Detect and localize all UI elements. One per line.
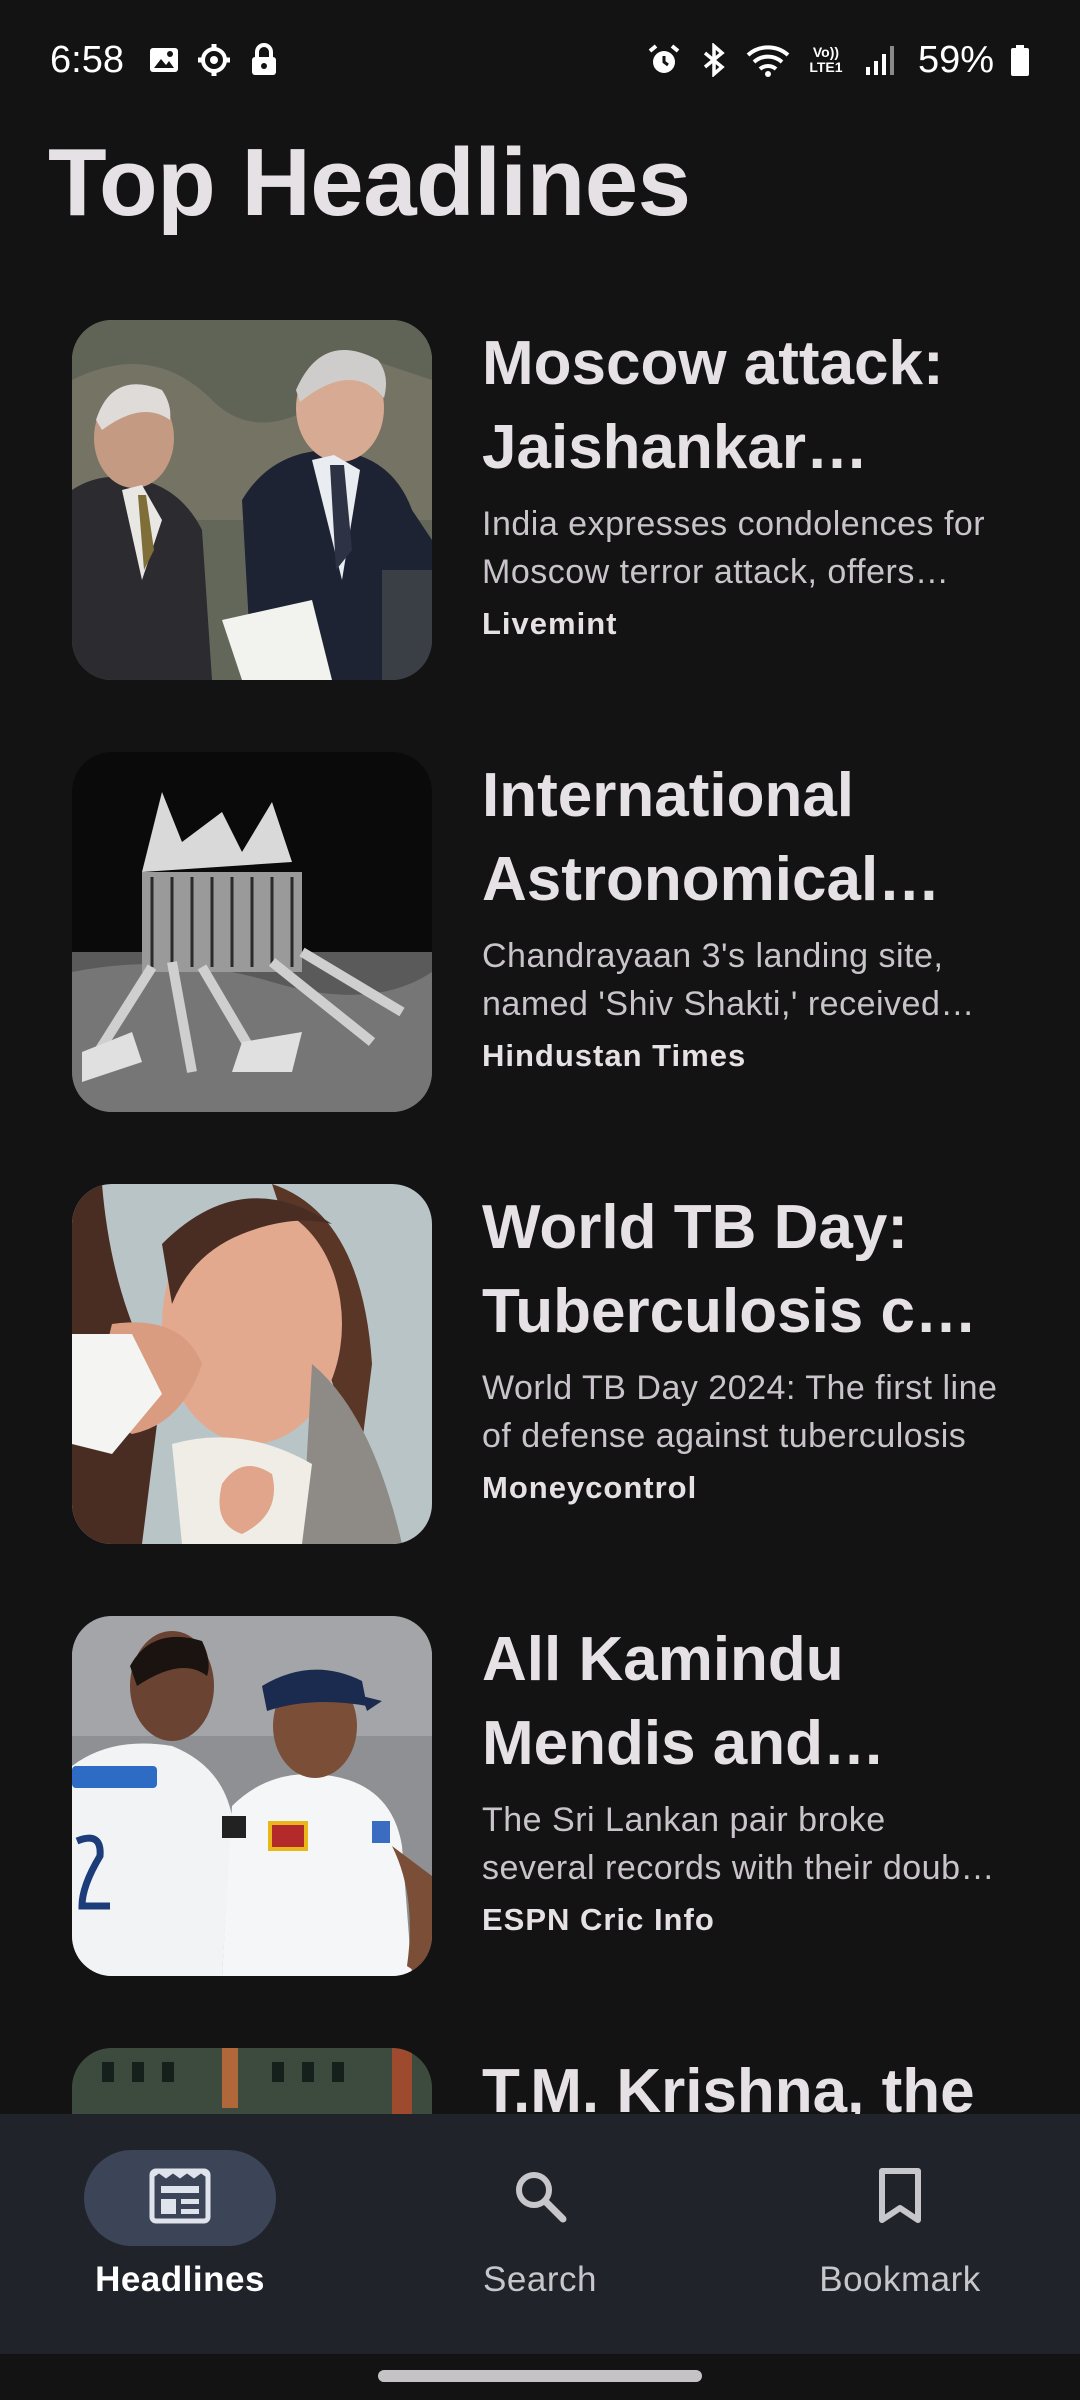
battery-percentage: 59% <box>917 38 994 81</box>
article-title[interactable]: T.M. Krishna, the <box>482 2050 1002 2114</box>
nav-label: Search <box>483 2260 597 2299</box>
active-indicator[interactable] <box>84 2150 276 2246</box>
article-title[interactable]: International Astronomical Union approve… <box>482 754 1002 922</box>
article-source: ESPN Cric Info <box>482 1902 715 1937</box>
article-thumbnail <box>72 1616 432 1976</box>
bluetooth-icon <box>696 42 732 78</box>
lock-icon <box>246 42 282 78</box>
volte-icon: Vo)) LTE1 <box>804 42 848 78</box>
article-description: The Sri Lankan pair broke several record… <box>482 1801 988 1887</box>
volte-text: Vo)) LTE1 <box>809 44 843 75</box>
nav-item-bookmark[interactable]: Bookmark <box>720 2114 1080 2354</box>
article-text: World TB Day: Tuberculosis can be preven… <box>482 1184 1002 1544</box>
article-title[interactable]: All Kamindu Mendis and Dhananjaya de Sil… <box>482 1618 1002 1786</box>
article-title[interactable]: Moscow attack: Jaishankar dialled Russia… <box>482 322 1002 490</box>
nav-label: Headlines <box>95 2260 265 2299</box>
page-title: Top Headlines <box>48 129 691 236</box>
article-description: World TB Day 2024: The first line of def… <box>482 1369 998 1455</box>
article-text: All Kamindu Mendis and Dhananjaya de Sil… <box>482 1616 1002 1976</box>
wifi-icon <box>746 42 790 78</box>
article-card[interactable]: International Astronomical Union approve… <box>72 752 1032 1112</box>
article-description: Chandrayaan 3's landing site, named 'Shi… <box>482 937 944 1023</box>
newspaper-icon <box>149 2168 211 2229</box>
article-source: Livemint <box>482 606 618 641</box>
article-thumbnail <box>72 2048 432 2114</box>
article-source: Hindustan Times <box>482 1038 747 1073</box>
article-text: Moscow attack: Jaishankar dialled Russia… <box>482 320 1002 680</box>
headlines-feed[interactable]: Moscow attack: Jaishankar dialled Russia… <box>0 320 1080 2114</box>
nav-item-headlines[interactable]: Headlines <box>0 2114 360 2354</box>
bottom-navigation: Headlines Search Bookmark <box>0 2114 1080 2354</box>
article-card[interactable]: World TB Day: Tuberculosis can be preven… <box>72 1184 1032 1544</box>
nav-label: Bookmark <box>819 2260 981 2299</box>
nav-icon-container[interactable] <box>444 2150 636 2246</box>
article-text: T.M. Krishna, the <box>482 2048 1002 2114</box>
nav-icon-container[interactable] <box>804 2150 996 2246</box>
alarm-icon <box>646 42 682 78</box>
bookmark-icon <box>877 2167 923 2230</box>
article-text: International Astronomical Union approve… <box>482 752 1002 1112</box>
status-left: 6:58 <box>50 39 282 82</box>
article-thumbnail <box>72 320 432 680</box>
article-description: India expresses condolences for Moscow t… <box>482 505 986 591</box>
article-card[interactable]: T.M. Krishna, the <box>72 2048 1032 2114</box>
article-thumbnail <box>72 1184 432 1544</box>
article-card[interactable]: Moscow attack: Jaishankar dialled Russia… <box>72 320 1032 680</box>
nav-item-search[interactable]: Search <box>360 2114 720 2354</box>
settings-gear-icon <box>196 42 232 78</box>
status-bar: 6:58 Vo)) LTE1 59% <box>0 0 1080 120</box>
article-title[interactable]: World TB Day: Tuberculosis can be preven… <box>482 1186 1002 1354</box>
image-icon <box>146 42 182 78</box>
article-source: Moneycontrol <box>482 1470 698 1505</box>
battery-icon <box>1008 42 1032 78</box>
status-time: 6:58 <box>50 38 124 81</box>
article-card[interactable]: All Kamindu Mendis and Dhananjaya de Sil… <box>72 1616 1032 1976</box>
home-indicator[interactable] <box>378 2370 702 2382</box>
signal-icon <box>862 42 898 78</box>
status-right: Vo)) LTE1 59% <box>646 39 1032 82</box>
search-icon <box>512 2168 568 2229</box>
article-thumbnail <box>72 752 432 1112</box>
